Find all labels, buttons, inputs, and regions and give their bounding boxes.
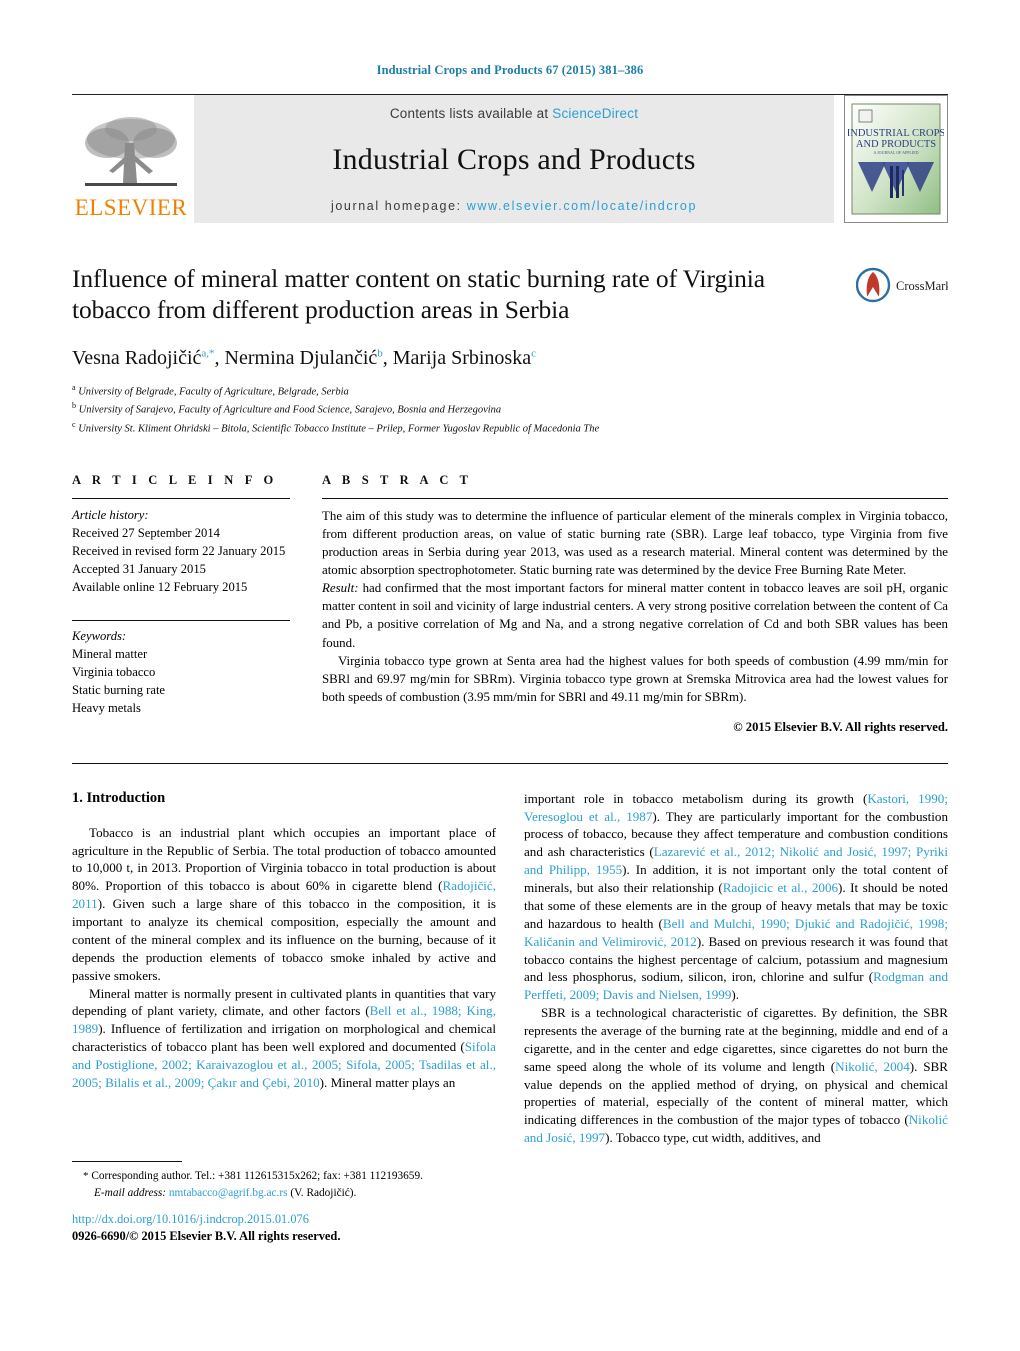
abstract-copyright: © 2015 Elsevier B.V. All rights reserved… (733, 719, 948, 734)
footnote-marker: * (83, 1170, 89, 1182)
running-head: Industrial Crops and Products 67 (2015) … (376, 63, 644, 77)
keywords-list: Mineral matter Virginia tobacco Static b… (72, 646, 290, 718)
author-2-marks[interactable]: b (377, 347, 383, 359)
affiliation-a-mark: a (72, 382, 76, 392)
author-3-marks[interactable]: c (531, 347, 536, 359)
abstract-result-text: had confirmed that the most important fa… (322, 581, 948, 650)
sciencedirect-link[interactable]: ScienceDirect (552, 106, 638, 121)
body-column-right: important role in tobacco metabolism dur… (524, 790, 948, 1147)
affiliation-b-mark: b (72, 401, 76, 411)
article-page: Industrial Crops and Products 67 (2015) … (0, 0, 1020, 1351)
keyword-item: Mineral matter (72, 647, 148, 662)
affiliation-c: c University St. Kliment Ohridski – Bito… (72, 419, 839, 437)
contents-lists-line: Contents lists available at ScienceDirec… (390, 106, 638, 121)
keywords-label: Keywords: (72, 629, 127, 644)
email-owner: (V. Radojičić). (290, 1186, 357, 1199)
corresponding-author-text: Corresponding author. Tel.: +381 1126153… (91, 1170, 423, 1182)
author-list: Vesna Radojičića,*, Nermina Djulančićb, … (72, 346, 536, 369)
section-title: Introduction (86, 789, 166, 806)
article-history-label: Article history: (72, 508, 149, 523)
affiliation-b-text: University of Sarajevo, Faculty of Agric… (78, 404, 502, 416)
history-item: Available online 12 February 2015 (72, 579, 248, 594)
keyword-item: Virginia tobacco (72, 665, 156, 680)
history-item: Received in revised form 22 January 2015 (72, 543, 286, 558)
elsevier-wordmark: ELSEVIER (74, 195, 188, 220)
affiliation-c-mark: c (72, 419, 76, 429)
issn-copyright-line: 0926-6690/© 2015 Elsevier B.V. All right… (72, 1229, 341, 1244)
journal-homepage-link[interactable]: www.elsevier.com/locate/indcrop (467, 199, 697, 213)
email-label: E-mail address: (94, 1186, 167, 1199)
author-1-name: Vesna Radojičić (72, 346, 202, 369)
abstract-rule (322, 498, 948, 500)
article-info-column: A R T I C L E I N F O Article history: R… (72, 473, 322, 735)
affiliation-a: a University of Belgrade, Faculty of Agr… (72, 382, 839, 400)
keyword-item: Static burning rate (72, 683, 166, 698)
body-column-left: 1. Introduction Tobacco is an industrial… (72, 790, 496, 1147)
intro-paragraph-1: Tobacco is an industrial plant which occ… (72, 824, 496, 983)
author-3: Marija Srbinoskac (393, 347, 536, 369)
svg-text:CrossMark: CrossMark (896, 279, 948, 293)
abstract-result-label: Result: (322, 581, 359, 596)
info-abstract-row: A R T I C L E I N F O Article history: R… (72, 473, 948, 735)
author-1-marks[interactable]: a,* (201, 347, 214, 359)
section-heading-introduction: 1. Introduction (72, 790, 496, 807)
body-columns: 1. Introduction Tobacco is an industrial… (72, 790, 948, 1147)
footnote-area: * Corresponding author. Tel.: +381 11261… (72, 1161, 492, 1201)
history-item: Accepted 31 January 2015 (72, 561, 206, 576)
page-title: Influence of mineral matter content on s… (72, 264, 765, 325)
author-3-name: Marija Srbinoska (392, 346, 532, 369)
article-info-heading: A R T I C L E I N F O (72, 473, 278, 488)
abstract-heading: A B S T R A C T (322, 473, 473, 488)
title-and-authors: Influence of mineral matter content on s… (72, 263, 853, 437)
abstract-paragraph-1: The aim of this study was to determine t… (322, 509, 948, 578)
article-history-list: Received 27 September 2014 Received in r… (72, 525, 290, 597)
intro-paragraph-3: important role in tobacco metabolism dur… (524, 790, 949, 1003)
journal-band: Contents lists available at ScienceDirec… (194, 95, 834, 223)
section-number: 1. (72, 789, 83, 806)
intro-paragraph-2: Mineral matter is normally present in cu… (72, 985, 496, 1090)
affiliation-list: a University of Belgrade, Faculty of Agr… (72, 382, 839, 437)
author-1: Vesna Radojičića,* (72, 347, 215, 369)
journal-cover-image: INDUSTRIAL CROPS AND PRODUCTS A JOURNAL … (848, 103, 944, 215)
homepage-prefix: journal homepage: (330, 199, 467, 213)
footnote-rule (72, 1161, 182, 1162)
affiliation-a-text: University of Belgrade, Faculty of Agric… (78, 386, 349, 398)
keyword-item: Heavy metals (72, 700, 141, 715)
svg-text:AND PRODUCTS: AND PRODUCTS (856, 139, 936, 150)
history-item: Received 27 September 2014 (72, 525, 220, 540)
contents-prefix: Contents lists available at (389, 106, 553, 121)
footer-block: http://dx.doi.org/10.1016/j.indcrop.2015… (72, 1211, 340, 1245)
journal-homepage-line: journal homepage: www.elsevier.com/locat… (331, 199, 697, 213)
keywords-block: Keywords: Mineral matter Virginia tobacc… (72, 620, 290, 717)
author-2-name: Nermina Djulančić (224, 346, 378, 369)
body-separator-rule (72, 762, 948, 764)
crossmark-badge[interactable]: CrossMark (853, 263, 948, 305)
journal-cover-thumbnail: INDUSTRIAL CROPS AND PRODUCTS A JOURNAL … (844, 95, 948, 223)
doi-link[interactable]: http://dx.doi.org/10.1016/j.indcrop.2015… (72, 1211, 340, 1228)
svg-text:A JOURNAL OF APPLIED: A JOURNAL OF APPLIED (873, 150, 918, 155)
corresponding-author-footnote: * Corresponding author. Tel.: +381 11261… (72, 1168, 492, 1201)
abstract-paragraph-2: Result: had confirmed that the most impo… (322, 579, 948, 651)
title-block: Influence of mineral matter content on s… (72, 263, 948, 437)
email-link[interactable]: nmtabacco@agrif.bg.ac.rs (169, 1187, 288, 1199)
intro-paragraph-4: SBR is a technological characteristic of… (524, 1005, 949, 1146)
elsevier-logo: ELSEVIER (72, 95, 190, 223)
crossmark-icon[interactable]: CrossMark (856, 265, 948, 305)
journal-title: Industrial Crops and Products (332, 143, 696, 176)
keywords-rule (72, 620, 290, 622)
svg-text:INDUSTRIAL CROPS: INDUSTRIAL CROPS (848, 128, 944, 139)
affiliation-c-text: University St. Kliment Ohridski – Bitola… (78, 423, 600, 435)
abstract-body: The aim of this study was to determine t… (322, 507, 948, 706)
abstract-column: A B S T R A C T The aim of this study wa… (322, 473, 948, 735)
elsevier-tree-icon (85, 117, 177, 186)
abstract-paragraph-3: Virginia tobacco type grown at Senta are… (322, 653, 948, 704)
author-2: Nermina Djulančićb (225, 347, 383, 369)
journal-masthead: ELSEVIER Contents lists available at Sci… (72, 94, 948, 223)
affiliation-b: b University of Sarajevo, Faculty of Agr… (72, 400, 839, 418)
article-info-rule (72, 498, 290, 500)
